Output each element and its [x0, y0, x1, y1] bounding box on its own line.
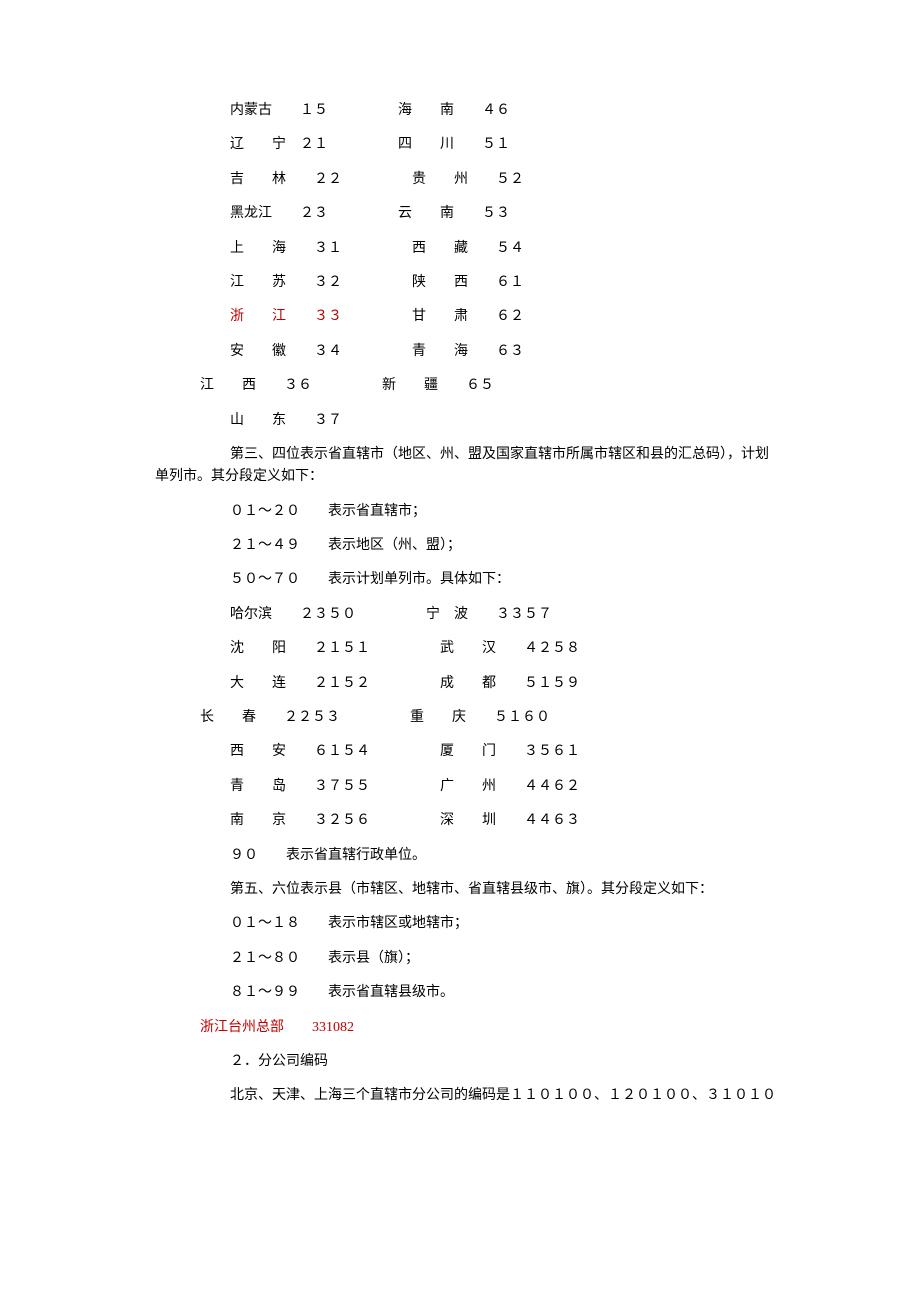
range-definition: ０１～１８ 表示市辖区或地辖市；: [100, 913, 820, 935]
city-right: 厦 门 ３５６１: [440, 744, 580, 759]
province-row: 辽 宁 ２１ 四 川 ５１: [100, 134, 820, 156]
city-row: 长 春 ２２５３ 重 庆 ５１６０: [100, 707, 820, 729]
province-left: 浙 江 ３３: [230, 309, 342, 324]
province-right: 陕 西 ６１: [412, 275, 524, 290]
city-right: 深 圳 ４４６３: [440, 813, 580, 828]
province-row: 黑龙江 ２３ 云 南 ５３: [100, 203, 820, 225]
paragraph-digits-3-4-line2: 单列市。其分段定义如下：: [100, 466, 820, 488]
city-right: 重 庆 ５１６０: [410, 710, 550, 725]
province-left: 吉 林 ２２: [230, 172, 342, 187]
city-right: 广 州 ４４６２: [440, 779, 580, 794]
section-2-branch-code-body: 北京、天津、上海三个直辖市分公司的编码是１１０１００、１２０１００、３１０１０: [100, 1085, 820, 1107]
city-row: 青 岛 ３７５５ 广 州 ４４６２: [100, 776, 820, 798]
province-left: 黑龙江 ２３: [230, 206, 328, 221]
province-right: 西 藏 ５４: [412, 241, 524, 256]
city-right: 武 汉 ４２５８: [440, 641, 580, 656]
province-left: 山 东 ３７: [230, 413, 342, 428]
province-row: 江 苏 ３２ 陕 西 ６１: [100, 272, 820, 294]
province-row: 吉 林 ２２ 贵 州 ５２: [100, 169, 820, 191]
province-right: 新 疆 ６５: [382, 378, 494, 393]
city-left: 长 春 ２２５３: [200, 710, 340, 725]
city-row: 南 京 ３２５６ 深 圳 ４４６３: [100, 810, 820, 832]
city-left: 大 连 ２１５２: [230, 676, 370, 691]
province-row: 内蒙古 １５ 海 南 ４６: [100, 100, 820, 122]
zhejiang-taizhou-hq: 浙江台州总部 331082: [100, 1017, 820, 1039]
city-left: 青 岛 ３７５５: [230, 779, 370, 794]
city-left: 南 京 ３２５６: [230, 813, 370, 828]
range-definition: ８１～９９ 表示省直辖县级市。: [100, 982, 820, 1004]
paragraph-digits-5-6: 第五、六位表示县（市辖区、地辖市、省直辖县级市、旗）。其分段定义如下：: [100, 879, 820, 901]
province-left: 江 西 ３６: [200, 378, 312, 393]
city-right: 宁 波 ３３５７: [426, 607, 552, 622]
province-row: 山 东 ３７: [100, 410, 820, 432]
province-row: 浙 江 ３３ 甘 肃 ６２: [100, 306, 820, 328]
line-90-province-unit: ９０ 表示省直辖行政单位。: [100, 845, 820, 867]
province-row: 安 徽 ３４ 青 海 ６３: [100, 341, 820, 363]
city-left: 西 安 ６１５４: [230, 744, 370, 759]
city-right: 成 都 ５１５９: [440, 676, 580, 691]
province-left: 安 徽 ３４: [230, 344, 342, 359]
range-definition: ２１～８０ 表示县（旗）；: [100, 948, 820, 970]
section-2-branch-code-title: ２．分公司编码: [100, 1051, 820, 1073]
province-left: 江 苏 ３２: [230, 275, 342, 290]
range-definition: ５０～７０ 表示计划单列市。具体如下：: [100, 569, 820, 591]
province-right: 甘 肃 ６２: [412, 309, 524, 324]
paragraph-digits-3-4-line1: 第三、四位表示省直辖市（地区、州、盟及国家直辖市所属市辖区和县的汇总码），计划: [100, 444, 820, 466]
city-left: 哈尔滨 ２３５０: [230, 607, 356, 622]
province-left: 内蒙古 １５: [230, 103, 328, 118]
city-row: 沈 阳 ２１５１ 武 汉 ４２５８: [100, 638, 820, 660]
province-row: 上 海 ３１ 西 藏 ５４: [100, 238, 820, 260]
province-right: 青 海 ６３: [412, 344, 524, 359]
city-row: 哈尔滨 ２３５０ 宁 波 ３３５７: [100, 604, 820, 626]
city-left: 沈 阳 ２１５１: [230, 641, 370, 656]
province-left: 辽 宁 ２１: [230, 137, 328, 152]
city-row: 大 连 ２１５２ 成 都 ５１５９: [100, 673, 820, 695]
province-left: 上 海 ３１: [230, 241, 342, 256]
province-right: 贵 州 ５２: [412, 172, 524, 187]
province-row: 江 西 ３６ 新 疆 ６５: [100, 375, 820, 397]
range-definition: ２１～４９ 表示地区（州、盟）；: [100, 535, 820, 557]
range-definition: ０１～２０ 表示省直辖市；: [100, 501, 820, 523]
city-row: 西 安 ６１５４ 厦 门 ３５６１: [100, 741, 820, 763]
province-right: 云 南 ５３: [398, 206, 510, 221]
province-right: 四 川 ５１: [398, 137, 510, 152]
province-right: 海 南 ４６: [398, 103, 510, 118]
